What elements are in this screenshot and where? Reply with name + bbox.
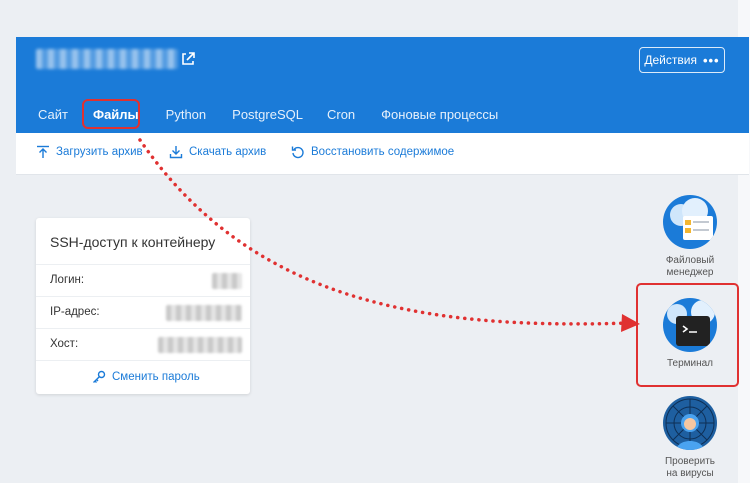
ssh-row-host: Хост:	[36, 328, 250, 360]
file-manager-icon	[663, 195, 717, 249]
key-icon	[93, 370, 106, 383]
restore-content-label: Восстановить содержимое	[311, 146, 455, 158]
download-archive-label: Скачать архив	[189, 146, 267, 158]
ssh-row-login: Логин:	[36, 264, 250, 296]
tab-python[interactable]: Python	[166, 103, 206, 133]
actions-button[interactable]: Действия •••	[639, 47, 725, 73]
file-manager-label: Файловый менеджер	[665, 255, 715, 278]
site-header: Действия ••• Сайт Файлы Python PostgreSQ…	[16, 37, 749, 133]
ssh-row-ip: IP-адрес:	[36, 296, 250, 328]
host-label: Хост:	[50, 338, 79, 350]
restore-icon	[291, 146, 304, 159]
virus-check-app[interactable]: Проверить на вирусы	[654, 396, 726, 480]
more-dots-icon: •••	[702, 52, 720, 68]
site-name-blurred	[36, 49, 178, 69]
tab-postgresql[interactable]: PostgreSQL	[232, 103, 303, 133]
change-password-button[interactable]: Сменить пароль	[92, 370, 200, 384]
actions-button-label: Действия	[644, 53, 697, 67]
login-value-blurred	[212, 273, 242, 289]
virus-check-label: Проверить на вирусы	[664, 456, 715, 479]
tab-cron[interactable]: Cron	[327, 103, 355, 133]
tab-background-processes[interactable]: Фоновые процессы	[381, 103, 498, 133]
external-link-icon[interactable]	[180, 51, 196, 67]
login-label: Логин:	[50, 274, 85, 286]
files-tab-highlight	[82, 99, 140, 129]
upload-icon	[37, 145, 49, 158]
file-manager-app[interactable]: Файловый менеджер	[654, 195, 726, 279]
file-toolbar: Загрузить архив Скачать архив Восстанови…	[16, 133, 749, 175]
change-password-label: Сменить пароль	[112, 371, 200, 383]
host-value-blurred	[158, 337, 242, 353]
ip-label: IP-адрес:	[50, 306, 100, 318]
download-icon	[169, 146, 183, 159]
tab-site[interactable]: Сайт	[38, 103, 68, 133]
ssh-card-title: SSH-доступ к контейнеру	[50, 234, 216, 250]
ssh-access-card: SSH-доступ к контейнеру Логин: IP-адрес:…	[36, 218, 250, 394]
upload-archive-label: Загрузить архив	[56, 146, 143, 158]
restore-content-button[interactable]: Восстановить содержимое	[291, 145, 454, 159]
ip-value-blurred	[166, 305, 242, 321]
download-archive-button[interactable]: Скачать архив	[169, 145, 266, 159]
upload-archive-button[interactable]: Загрузить архив	[36, 145, 143, 159]
terminal-highlight	[636, 283, 739, 387]
virus-check-icon	[663, 396, 717, 450]
